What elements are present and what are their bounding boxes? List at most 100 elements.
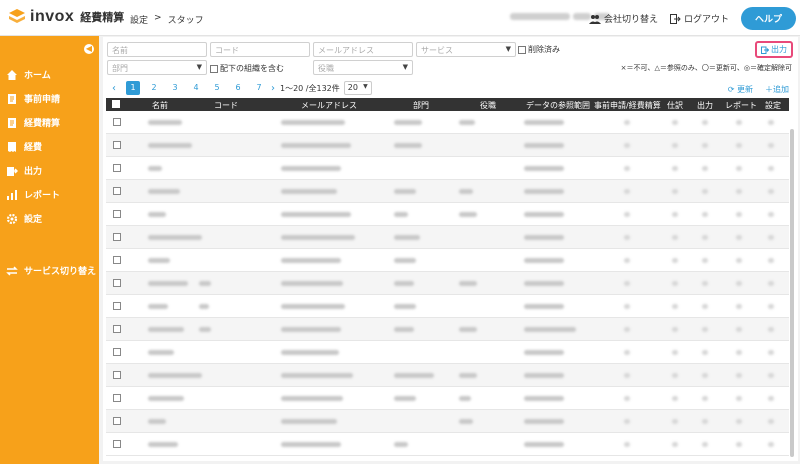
breadcrumb-settings[interactable]: 設定: [130, 13, 148, 26]
sidebar-item-export[interactable]: 出力: [6, 164, 42, 177]
row-checkbox[interactable]: [113, 164, 121, 172]
per-page-select[interactable]: 20 ▼: [343, 81, 372, 95]
row-checkbox[interactable]: [113, 417, 121, 425]
header-code[interactable]: コード: [214, 100, 238, 111]
blurred-permission-cell: [768, 189, 774, 194]
sidebar-item-home[interactable]: ホーム: [6, 68, 51, 81]
header-application[interactable]: 事前申請/経費精算: [594, 100, 661, 111]
row-checkbox[interactable]: [113, 302, 121, 310]
header-settings[interactable]: 設定: [765, 100, 781, 111]
checkbox-box[interactable]: [210, 64, 218, 73]
row-checkbox[interactable]: [113, 279, 121, 287]
table-row[interactable]: [106, 157, 789, 180]
header-journal[interactable]: 仕訳: [667, 100, 683, 111]
logout-link[interactable]: ログアウト: [669, 12, 729, 25]
blurred-permission-cell: [768, 235, 774, 240]
sidebar-item-report[interactable]: レポート: [6, 188, 60, 201]
blurred-permission-cell: [736, 396, 742, 401]
row-checkbox[interactable]: [113, 256, 121, 264]
include-sub-org-checkbox[interactable]: 配下の組織を含む: [210, 63, 284, 74]
page-1[interactable]: 1: [126, 81, 140, 95]
header-position[interactable]: 役職: [480, 100, 496, 111]
blurred-permission-cell: [736, 373, 742, 378]
blurred-permission-cell: [702, 350, 708, 355]
blurred-cell: [459, 281, 477, 286]
blurred-permission-cell: [672, 419, 678, 424]
deleted-checkbox[interactable]: 削除済み: [518, 44, 560, 55]
row-checkbox[interactable]: [113, 394, 121, 402]
email-filter-input[interactable]: メールアドレス: [313, 42, 413, 57]
blurred-cell: [524, 120, 564, 125]
row-checkbox[interactable]: [113, 371, 121, 379]
sidebar-item-expense-report[interactable]: 経費精算: [6, 116, 60, 129]
row-checkbox[interactable]: [113, 118, 121, 126]
sidebar-item-settings[interactable]: 設定: [6, 212, 42, 225]
blurred-cell: [199, 304, 209, 309]
table-row[interactable]: [106, 295, 789, 318]
deleted-label: 削除済み: [528, 45, 560, 54]
company-switch-link[interactable]: 会社切り替え: [588, 12, 658, 25]
sidebar-item-pre-application[interactable]: 事前申請: [6, 92, 60, 105]
header-email[interactable]: メールアドレス: [301, 100, 357, 111]
row-checkbox[interactable]: [113, 440, 121, 448]
blurred-permission-cell: [672, 396, 678, 401]
table-row[interactable]: [106, 318, 789, 341]
table-row[interactable]: [106, 387, 789, 410]
select-all-checkbox[interactable]: [112, 100, 120, 108]
header-name[interactable]: 名前: [152, 100, 168, 111]
table-row[interactable]: [106, 364, 789, 387]
blurred-cell: [281, 373, 353, 378]
collapse-sidebar-icon[interactable]: ◀: [84, 44, 94, 54]
code-filter-input[interactable]: コード: [210, 42, 310, 57]
page-6[interactable]: 6: [231, 81, 245, 95]
table-row[interactable]: [106, 272, 789, 295]
sidebar-item-service-switch[interactable]: サービス切り替え: [6, 264, 96, 277]
table-row[interactable]: [106, 111, 789, 134]
header-department[interactable]: 部門: [413, 100, 429, 111]
row-checkbox[interactable]: [113, 325, 121, 333]
table-row[interactable]: [106, 341, 789, 364]
blurred-permission-cell: [702, 396, 708, 401]
department-select[interactable]: 部門 ▼: [107, 60, 207, 75]
row-checkbox[interactable]: [113, 187, 121, 195]
name-filter-input[interactable]: 名前: [107, 42, 207, 57]
position-select[interactable]: 役職 ▼: [313, 60, 413, 75]
page-2[interactable]: 2: [147, 81, 161, 95]
checkbox-box[interactable]: [518, 45, 526, 54]
blurred-permission-cell: [768, 166, 774, 171]
blurred-cell: [281, 212, 351, 217]
table-row[interactable]: [106, 203, 789, 226]
table-row[interactable]: [106, 180, 789, 203]
page-4[interactable]: 4: [189, 81, 203, 95]
table-row[interactable]: [106, 249, 789, 272]
page-3[interactable]: 3: [168, 81, 182, 95]
blurred-cell: [394, 281, 414, 286]
page-7[interactable]: 7: [252, 81, 266, 95]
page-5[interactable]: 5: [210, 81, 224, 95]
prev-page-icon[interactable]: ‹: [112, 83, 116, 94]
help-button[interactable]: ヘルプ: [740, 7, 796, 30]
header-data-scope[interactable]: データの参照範囲: [526, 100, 590, 111]
next-page-icon[interactable]: ›: [271, 83, 275, 94]
scrollbar[interactable]: [790, 129, 794, 457]
blurred-permission-cell: [672, 281, 678, 286]
row-checkbox[interactable]: [113, 210, 121, 218]
refresh-button[interactable]: ⟳ 更新: [728, 84, 753, 95]
table-row[interactable]: [106, 433, 789, 456]
sidebar-item-expenses[interactable]: 経費: [6, 140, 42, 153]
table-row[interactable]: [106, 410, 789, 433]
logo[interactable]: invox 経費精算: [8, 8, 124, 26]
row-checkbox[interactable]: [113, 233, 121, 241]
service-select[interactable]: サービス ▼: [416, 42, 516, 57]
blurred-permission-cell: [624, 235, 630, 240]
blurred-cell: [148, 212, 166, 217]
table-row[interactable]: [106, 134, 789, 157]
header-report[interactable]: レポート: [725, 100, 757, 111]
row-checkbox[interactable]: [113, 141, 121, 149]
add-button[interactable]: ＋追加: [765, 84, 789, 95]
table-row[interactable]: [106, 226, 789, 249]
blurred-permission-cell: [672, 143, 678, 148]
header-export[interactable]: 出力: [697, 100, 713, 111]
export-button[interactable]: 出力: [755, 41, 793, 58]
row-checkbox[interactable]: [113, 348, 121, 356]
